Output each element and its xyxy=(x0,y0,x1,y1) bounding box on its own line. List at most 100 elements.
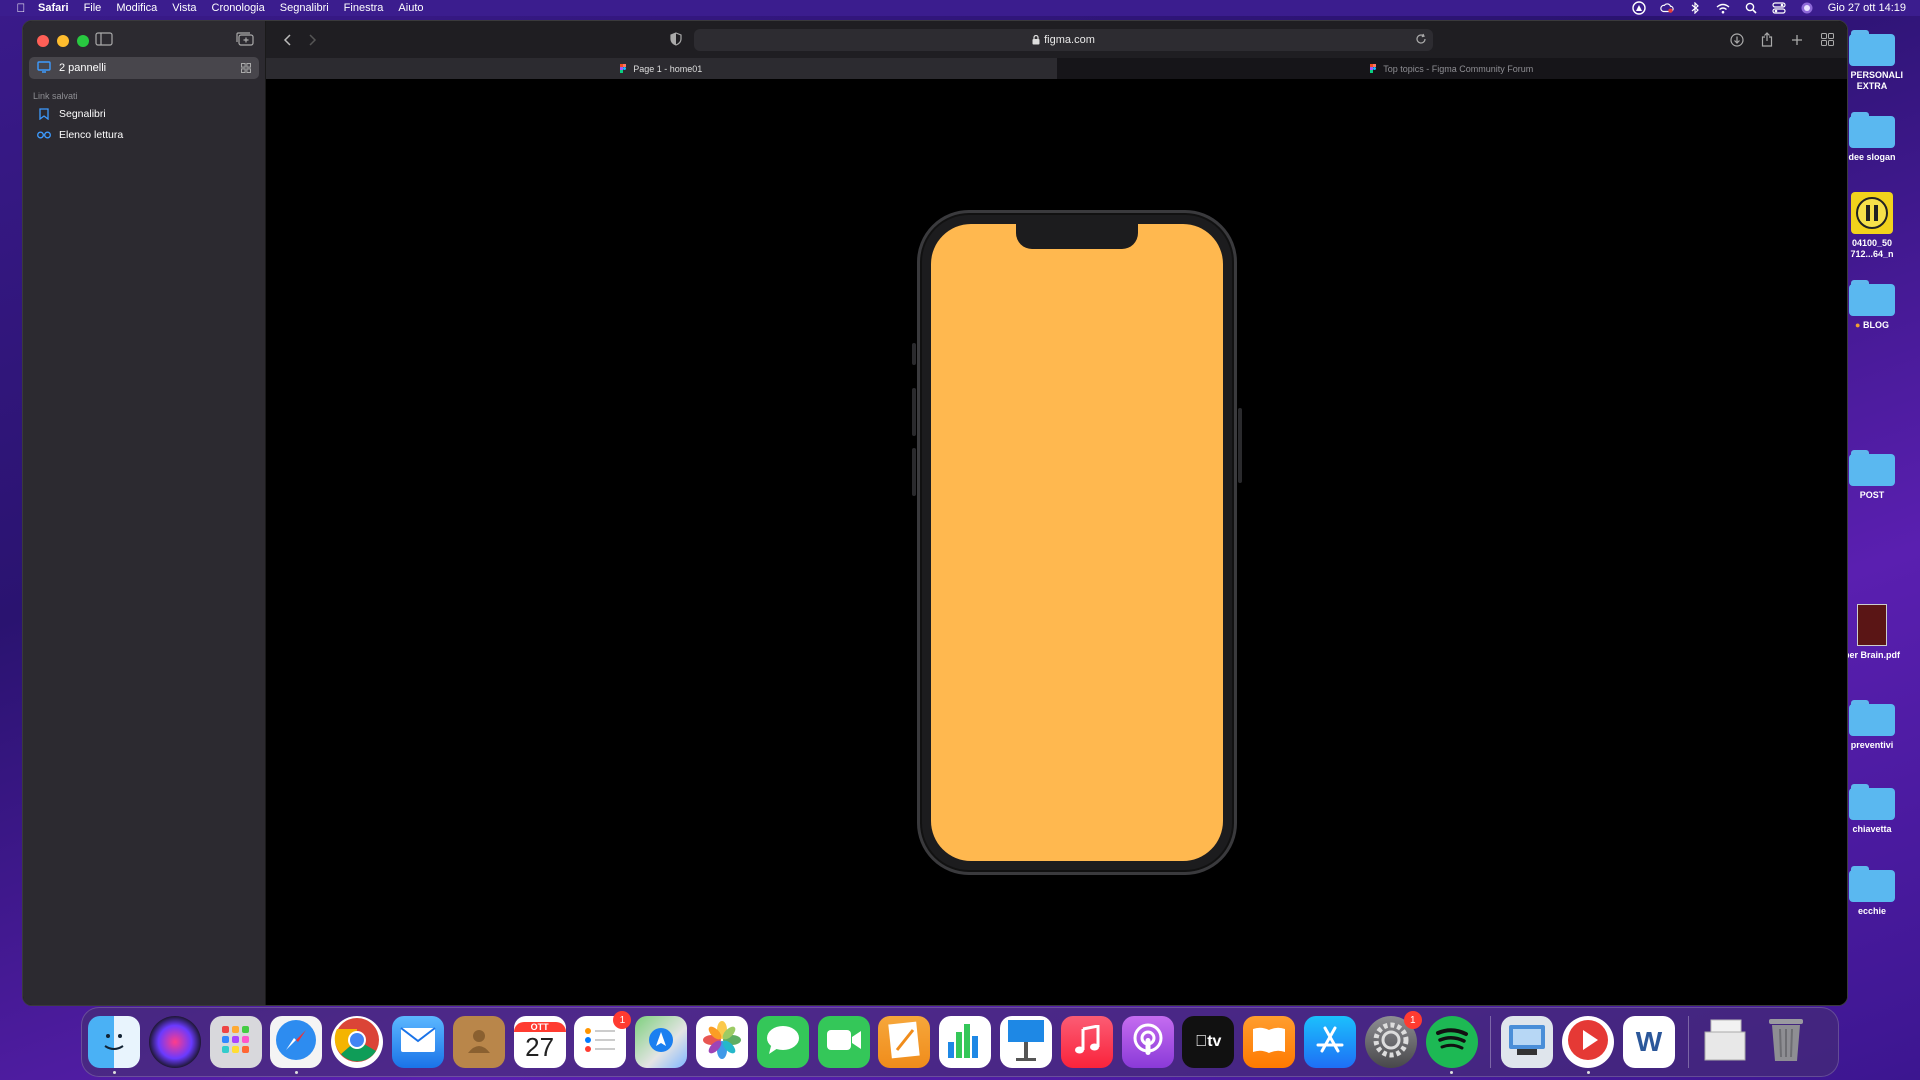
appletv-label: tv xyxy=(1201,1033,1221,1050)
wifi-icon[interactable] xyxy=(1716,2,1730,14)
play-icon xyxy=(1566,1018,1610,1067)
desktop-item-label: preventivi xyxy=(1850,740,1894,750)
dock-word[interactable]: W xyxy=(1622,1016,1675,1068)
phone-screen[interactable] xyxy=(931,224,1223,861)
dock-reminders[interactable]: 1 xyxy=(574,1011,632,1068)
dock-music[interactable] xyxy=(1060,1016,1113,1068)
menu-vista[interactable]: Vista xyxy=(172,0,196,16)
dock-spotify[interactable] xyxy=(1425,1016,1478,1074)
tab-figma-forum[interactable]: Top topics - Figma Community Forum xyxy=(1056,58,1847,79)
tab-overview-icon[interactable] xyxy=(1819,32,1835,48)
dock-facetime[interactable] xyxy=(817,1016,870,1068)
new-tab-group-icon[interactable] xyxy=(236,32,254,48)
siri-menubar-icon[interactable] xyxy=(1800,2,1814,14)
close-window-button[interactable] xyxy=(37,35,49,47)
dock-maps[interactable] xyxy=(635,1016,688,1068)
dock-preview[interactable] xyxy=(1501,1016,1554,1068)
menu-finestra[interactable]: Finestra xyxy=(344,0,384,16)
appletv-icon: tv xyxy=(1195,1033,1221,1051)
menubar-clock[interactable]: Gio 27 ott 14:19 xyxy=(1828,2,1906,14)
mail-icon xyxy=(400,1026,436,1058)
keynote-icon xyxy=(1006,1018,1046,1067)
chevron-right-icon xyxy=(309,33,317,46)
creative-cloud-icon[interactable] xyxy=(1660,2,1674,14)
tab-figma-page[interactable]: Page 1 - home01 xyxy=(266,58,1057,79)
new-tab-icon[interactable] xyxy=(1789,32,1805,48)
dock-trash[interactable] xyxy=(1760,1016,1812,1068)
dock-appletv[interactable]: tv xyxy=(1182,1016,1235,1068)
dock-keynote[interactable] xyxy=(999,1016,1052,1068)
dock-mail[interactable] xyxy=(391,1016,444,1068)
dock-books[interactable] xyxy=(1243,1016,1296,1068)
spotify-icon xyxy=(1435,1027,1469,1058)
desktop-item-label: O PERSONALI EXTRA xyxy=(1840,70,1903,91)
desktop-folder[interactable]: dee slogan xyxy=(1840,112,1904,163)
apple-icon[interactable]:  xyxy=(14,1,28,15)
desktop-folder[interactable]: ecchie xyxy=(1840,866,1904,917)
folder-icon xyxy=(1849,450,1895,486)
spotlight-icon[interactable] xyxy=(1744,2,1758,14)
desktop-folder[interactable]: chiavetta xyxy=(1840,784,1904,835)
downloads-icon[interactable] xyxy=(1729,32,1745,48)
bluetooth-icon[interactable] xyxy=(1688,2,1702,14)
dock-chrome[interactable] xyxy=(331,1016,384,1069)
dock-separator xyxy=(1687,1016,1689,1068)
menu-app-name[interactable]: Safari xyxy=(38,0,69,16)
reload-icon[interactable] xyxy=(1415,33,1427,45)
desktop-image-file[interactable]: 04100_50 712...64_n xyxy=(1840,192,1904,260)
window-controls xyxy=(37,35,89,47)
notification-badge: 1 xyxy=(613,1011,632,1029)
dock-photos[interactable] xyxy=(695,1016,748,1068)
sidebar-item-bookmarks[interactable]: Segnalibri xyxy=(37,105,106,123)
sidebar-toggle-icon[interactable] xyxy=(95,32,113,48)
desktop-item-label: dee slogan xyxy=(1848,152,1896,162)
dock-pages[interactable] xyxy=(878,1016,931,1068)
desktop-folder[interactable]: POST xyxy=(1840,450,1904,501)
desktop-pdf-file[interactable]: per Brain.pdf xyxy=(1840,604,1904,661)
back-button[interactable] xyxy=(278,31,296,49)
address-bar[interactable]: figma.com xyxy=(694,28,1433,51)
menu-cronologia[interactable]: Cronologia xyxy=(212,0,265,16)
web-content[interactable] xyxy=(266,79,1847,1005)
dock-numbers[interactable] xyxy=(939,1016,992,1068)
running-indicator xyxy=(294,1071,298,1074)
menu-aiuto[interactable]: Aiuto xyxy=(398,0,423,16)
phone-silent-switch xyxy=(912,343,916,365)
dock-messages[interactable] xyxy=(756,1016,809,1068)
dock-siri[interactable] xyxy=(148,1016,201,1068)
dock-calendar[interactable]: OTT 27 xyxy=(513,1016,566,1068)
tab-overview-icon[interactable] xyxy=(241,63,251,73)
iphone-mockup xyxy=(912,210,1242,875)
folder-icon xyxy=(1849,112,1895,148)
safari-sidebar: 2 pannelli Link salvati Segnalibri Elenc… xyxy=(23,21,266,1005)
chrome-icon xyxy=(333,1016,381,1069)
tab-group-item[interactable]: 2 pannelli xyxy=(29,57,259,79)
desktop-folder[interactable]: ● BLOG xyxy=(1840,280,1904,331)
desktop-folder[interactable]: O PERSONALI EXTRA xyxy=(1840,30,1904,92)
figma-favicon-icon xyxy=(1370,63,1378,74)
dock-documents[interactable] xyxy=(1699,1016,1751,1068)
dock-finder[interactable] xyxy=(88,1016,140,1074)
forward-button[interactable] xyxy=(304,31,322,49)
share-icon[interactable] xyxy=(1759,32,1775,48)
dock-contacts[interactable] xyxy=(452,1016,505,1068)
maximize-window-button[interactable] xyxy=(77,35,89,47)
control-center-icon[interactable] xyxy=(1772,2,1786,14)
calendar-day: 27 xyxy=(525,1031,555,1062)
tab-bar: Page 1 - home01 Top topics - Figma Commu… xyxy=(266,58,1847,79)
podcasts-icon xyxy=(1130,1022,1166,1063)
menu-file[interactable]: File xyxy=(84,0,102,16)
sidebar-item-reading-list[interactable]: Elenco lettura xyxy=(37,126,123,144)
dock-appstore[interactable] xyxy=(1303,1016,1356,1068)
dock-launchpad[interactable] xyxy=(209,1016,262,1068)
dock-safari[interactable] xyxy=(270,1016,323,1074)
privacy-shield-icon[interactable] xyxy=(670,31,684,48)
dock-podcasts[interactable] xyxy=(1121,1016,1174,1068)
dock-settings[interactable]: 1 xyxy=(1364,1011,1422,1068)
account-icon[interactable] xyxy=(1632,1,1646,15)
minimize-window-button[interactable] xyxy=(57,35,69,47)
dock-player[interactable] xyxy=(1562,1016,1615,1074)
menu-segnalibri[interactable]: Segnalibri xyxy=(280,0,329,16)
desktop-folder[interactable]: preventivi xyxy=(1840,700,1904,751)
menu-modifica[interactable]: Modifica xyxy=(116,0,157,16)
